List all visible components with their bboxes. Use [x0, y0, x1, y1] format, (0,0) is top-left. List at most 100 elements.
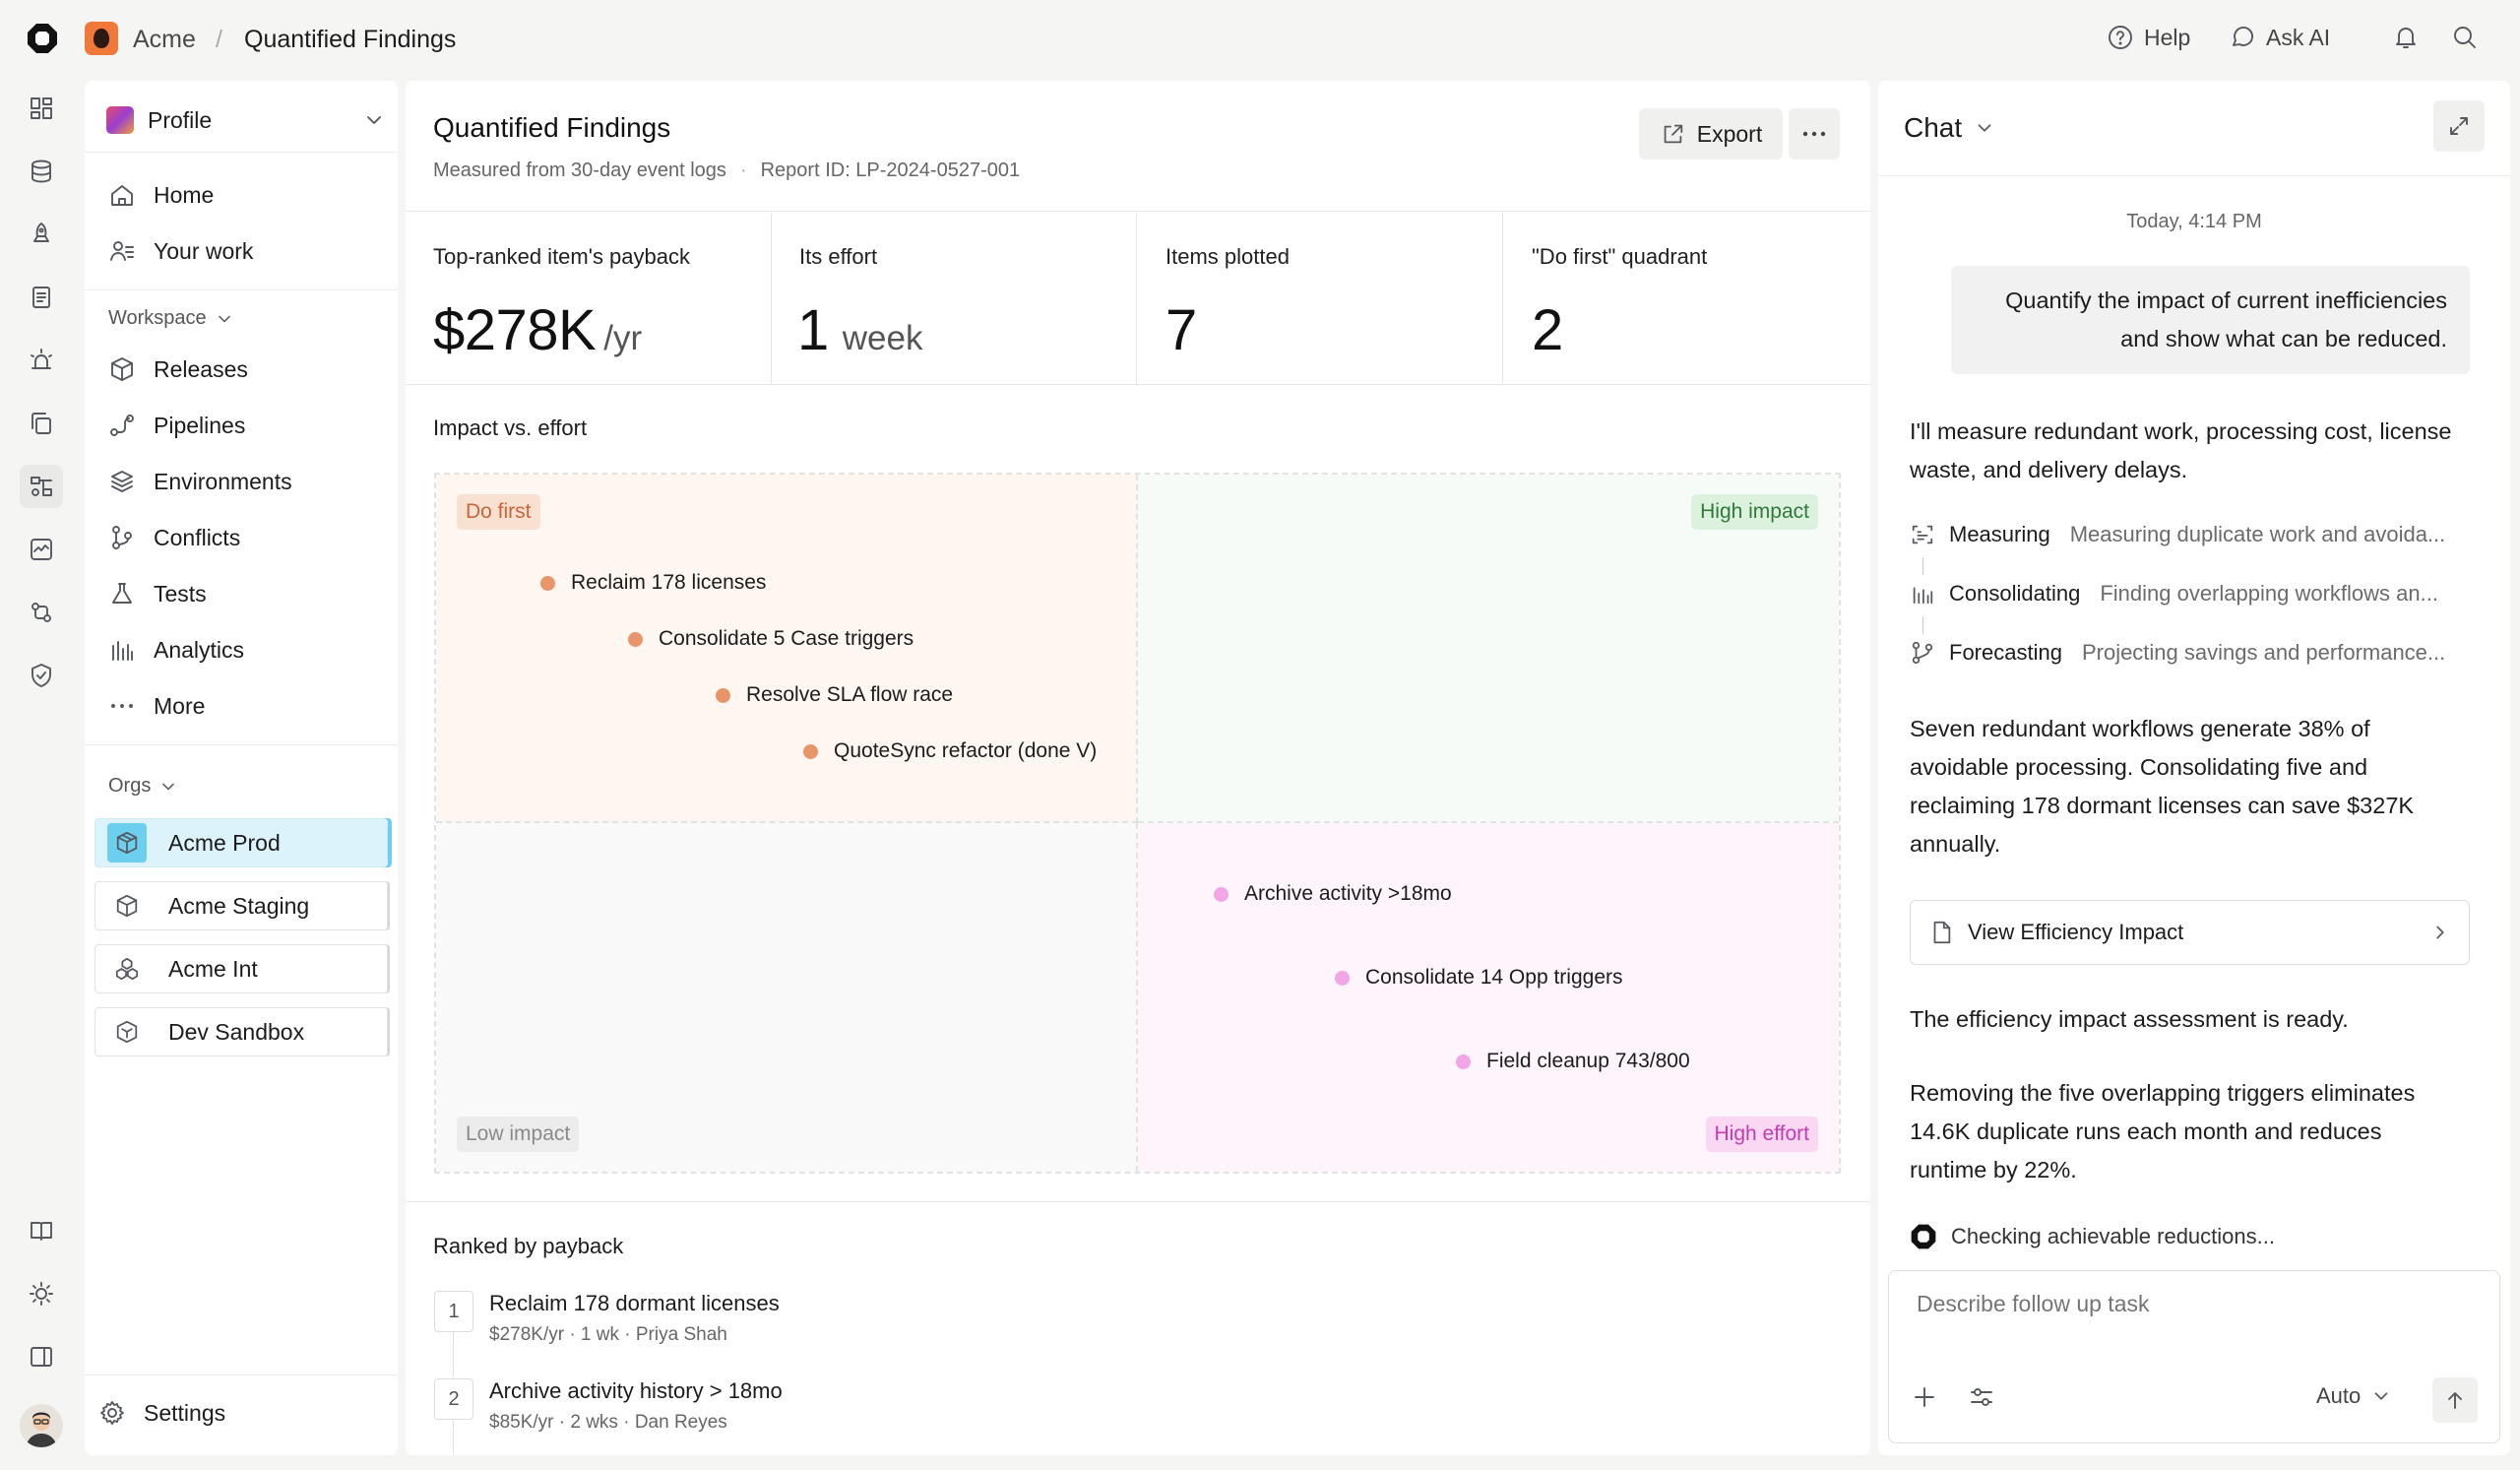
orgs-section-toggle[interactable]: Orgs: [108, 775, 178, 798]
progress-step[interactable]: Consolidating Finding overlapping workflo…: [1910, 581, 2438, 607]
more-options-button[interactable]: [1789, 108, 1840, 160]
badge-high-effort: High effort: [1705, 1117, 1818, 1152]
expand-icon: [2450, 117, 2468, 135]
user-avatar[interactable]: [20, 1404, 63, 1447]
assistant-summary: Seven redundant workflows generate 38% o…: [1910, 716, 2415, 857]
chart-point[interactable]: Archive activity >18mo: [1214, 882, 1452, 906]
export-label: Export: [1696, 120, 1763, 147]
notifications-button[interactable]: [2392, 24, 2420, 51]
rail-database[interactable]: [20, 150, 63, 193]
layers-icon: [111, 471, 133, 492]
nav-environments[interactable]: Environments: [108, 462, 292, 501]
chart-point[interactable]: QuoteSync refactor (done V): [803, 739, 1097, 763]
divider: [85, 744, 398, 745]
profile-selector[interactable]: Profile: [106, 100, 386, 140]
org-dev-sandbox[interactable]: Dev Sandbox: [94, 1007, 388, 1056]
chart-point[interactable]: Resolve SLA flow race: [716, 683, 953, 707]
quadrant-chart: Do first High impact Low impact High eff…: [434, 473, 1841, 1174]
rail-activity[interactable]: [20, 528, 63, 571]
progress-step[interactable]: Measuring Measuring duplicate work and av…: [1910, 522, 2445, 547]
follow-up-input[interactable]: [1917, 1291, 2468, 1317]
view-efficiency-impact-card[interactable]: View Efficiency Impact: [1910, 900, 2470, 965]
nav-home[interactable]: Home: [108, 175, 214, 215]
report-source: Measured from 30-day event logs: [433, 160, 726, 181]
divider: [1878, 175, 2510, 176]
org-cube-icon: [107, 886, 147, 926]
rail-deploy[interactable]: [20, 213, 63, 256]
rail-alerts[interactable]: [20, 339, 63, 382]
help-button[interactable]: Help: [2107, 24, 2190, 51]
rail-docs-book[interactable]: [20, 1209, 63, 1252]
rail-theme[interactable]: [20, 1272, 63, 1315]
ask-ai-button[interactable]: Ask AI: [2229, 24, 2330, 51]
nav-tests[interactable]: Tests: [108, 574, 207, 613]
arrow-up-icon: [2448, 1392, 2462, 1409]
chart-point[interactable]: Consolidate 5 Case triggers: [628, 627, 914, 651]
nav-more-label: More: [154, 692, 206, 719]
chat-timestamp: Today, 4:14 PM: [2126, 211, 2262, 232]
rail-dashboard[interactable]: [20, 87, 63, 130]
assistant-ready: The efficiency impact assessment is read…: [1910, 1006, 2349, 1032]
model-selector[interactable]: Auto: [2316, 1383, 2392, 1409]
nav-releases[interactable]: Releases: [108, 350, 248, 389]
add-attachment-button[interactable]: [1911, 1383, 1938, 1411]
org-sandbox-icon: [107, 1012, 147, 1052]
chart-point[interactable]: Field cleanup 743/800: [1456, 1050, 1690, 1073]
compare-icon: [32, 603, 51, 622]
rail-docs[interactable]: [20, 276, 63, 319]
nav-analytics[interactable]: Analytics: [108, 630, 244, 670]
kpi-label: Its effort: [799, 244, 878, 269]
book-icon: [31, 1222, 52, 1241]
workspace-section-toggle[interactable]: Workspace: [108, 307, 234, 330]
nav-pipelines-label: Pipelines: [154, 412, 246, 438]
step-connector: [1922, 557, 1923, 575]
chart-point[interactable]: Reclaim 178 licenses: [540, 571, 766, 595]
org-avatar[interactable]: [85, 22, 118, 55]
chevron-down-icon: [162, 783, 175, 790]
nav-conflicts[interactable]: Conflicts: [108, 518, 240, 557]
gear-icon: [100, 1401, 124, 1425]
search-button[interactable]: [2451, 24, 2479, 51]
options-button[interactable]: [1968, 1383, 1995, 1411]
chart-point[interactable]: Consolidate 14 Opp triggers: [1335, 966, 1623, 990]
chevron-down-icon: [1978, 124, 1991, 132]
org-acme-prod[interactable]: Acme Prod: [94, 818, 388, 867]
nav-tests-label: Tests: [154, 580, 207, 607]
flow-icon: [31, 477, 52, 496]
rail-panel-toggle[interactable]: [20, 1335, 63, 1378]
follow-up-composer: Auto: [1888, 1270, 2500, 1443]
user-message: Quantify the impact of current inefficie…: [1951, 266, 2470, 374]
divider: [85, 289, 398, 290]
ranked-row[interactable]: 2 Archive activity history > 18mo $85K/y…: [434, 1378, 1852, 1433]
nav-more[interactable]: More: [108, 686, 205, 726]
nav-pipelines[interactable]: Pipelines: [108, 406, 245, 445]
nav-your-work[interactable]: Your work: [108, 231, 253, 271]
bar-chart-icon: [112, 641, 133, 661]
sidebar-panel-icon: [31, 1347, 52, 1367]
chat-title-dropdown[interactable]: Chat: [1904, 112, 1995, 144]
progress-step[interactable]: Forecasting Projecting savings and perfor…: [1910, 640, 2445, 666]
org-acme-staging[interactable]: Acme Staging: [94, 881, 388, 930]
top-bar: Acme / Quantified Findings Help Ask AI: [0, 0, 2520, 81]
breadcrumb-org[interactable]: Acme: [133, 26, 196, 54]
chevron-down-icon: [2374, 1392, 2388, 1400]
kpi-label: "Do first" quadrant: [1532, 244, 1708, 269]
breadcrumb-separator: /: [216, 26, 222, 53]
app-logo-icon[interactable]: [26, 22, 59, 55]
bell-icon: [2396, 28, 2416, 48]
settings-button[interactable]: Settings: [98, 1393, 225, 1433]
rail-flows[interactable]: [20, 465, 63, 508]
org-acme-int[interactable]: Acme Int: [94, 944, 388, 993]
org-acme-staging-label: Acme Staging: [168, 892, 310, 919]
ranked-row[interactable]: 1 Reclaim 178 dormant licenses $278K/yr …: [434, 1291, 1852, 1345]
nav-your-work-label: Your work: [154, 237, 254, 264]
expand-chat-button[interactable]: [2433, 100, 2485, 152]
rail-copies[interactable]: [20, 402, 63, 445]
rail-security[interactable]: [20, 654, 63, 697]
app-logo-icon: [1911, 1224, 1936, 1249]
send-button[interactable]: [2432, 1377, 2478, 1423]
rail-compare[interactable]: [20, 591, 63, 634]
help-icon: [2109, 26, 2132, 49]
point-marker: [803, 743, 818, 759]
export-button[interactable]: Export: [1639, 108, 1783, 160]
